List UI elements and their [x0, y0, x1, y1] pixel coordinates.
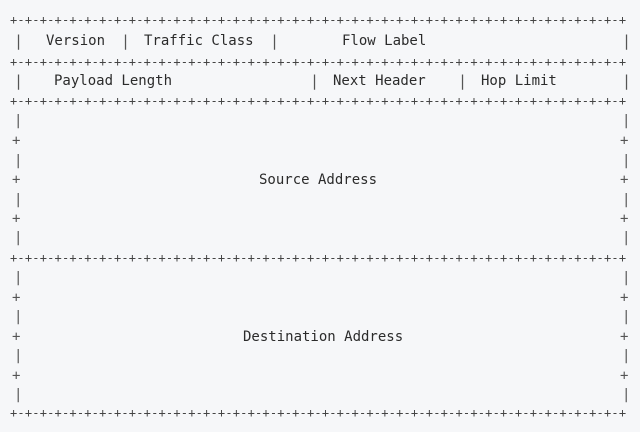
field-version: Version: [46, 33, 106, 49]
source-left-plus-1: +: [12, 133, 21, 149]
dest-left-plus-1: +: [12, 290, 21, 306]
row1-divider-version: |: [121, 32, 131, 50]
dest-right-plus-3: +: [620, 368, 629, 384]
row2-divider-next-header: |: [458, 72, 468, 90]
dest-right-bar-3: |: [622, 348, 631, 364]
field-flow-label: Flow Label: [342, 33, 427, 49]
dest-left-bar-2: |: [14, 309, 23, 325]
row2-divider-payload: |: [310, 72, 320, 90]
ipv6-header-diagram: +-+-+-+-+-+-+-+-+-+-+-+-+-+-+-+-+-+-+-+-…: [0, 0, 640, 432]
source-right-plus-2: +: [620, 172, 629, 188]
source-right-bar-2: |: [622, 153, 631, 169]
field-destination-address: Destination Address: [243, 329, 404, 345]
dest-left-bar-1: |: [14, 270, 23, 286]
source-left-bar-1: |: [14, 113, 23, 129]
dest-right-plus-2: +: [620, 329, 629, 345]
source-right-bar-4: |: [622, 230, 631, 246]
dest-left-plus-3: +: [12, 368, 21, 384]
dest-right-bar-1: |: [622, 270, 631, 286]
source-left-bar-4: |: [14, 230, 23, 246]
source-left-plus-3: +: [12, 211, 21, 227]
dest-right-plus-1: +: [620, 290, 629, 306]
source-left-plus-2: +: [12, 172, 21, 188]
dest-left-bar-3: |: [14, 348, 23, 364]
border-line-after-source: +-+-+-+-+-+-+-+-+-+-+-+-+-+-+-+-+-+-+-+-…: [10, 252, 628, 264]
field-payload-length: Payload Length: [54, 73, 173, 89]
field-hop-limit: Hop Limit: [481, 73, 557, 89]
source-right-plus-3: +: [620, 211, 629, 227]
field-traffic-class: Traffic Class: [144, 33, 254, 49]
row1-right-edge: |: [622, 32, 632, 50]
source-left-bar-2: |: [14, 153, 23, 169]
source-left-bar-3: |: [14, 192, 23, 208]
field-next-header: Next Header: [333, 73, 426, 89]
field-source-address: Source Address: [259, 172, 378, 188]
border-line-bottom: +-+-+-+-+-+-+-+-+-+-+-+-+-+-+-+-+-+-+-+-…: [10, 407, 628, 419]
dest-right-bar-2: |: [622, 309, 631, 325]
source-right-bar-1: |: [622, 113, 631, 129]
source-right-bar-3: |: [622, 192, 631, 208]
dest-left-plus-2: +: [12, 329, 21, 345]
row1-divider-traffic-class: |: [270, 32, 280, 50]
row2-left-edge: |: [14, 72, 24, 90]
dest-left-bar-4: |: [14, 387, 23, 403]
dest-right-bar-4: |: [622, 387, 631, 403]
border-line-after-row2: +-+-+-+-+-+-+-+-+-+-+-+-+-+-+-+-+-+-+-+-…: [10, 95, 628, 107]
border-line-after-row1: +-+-+-+-+-+-+-+-+-+-+-+-+-+-+-+-+-+-+-+-…: [10, 56, 628, 68]
row2-right-edge: |: [622, 72, 632, 90]
border-line-top: +-+-+-+-+-+-+-+-+-+-+-+-+-+-+-+-+-+-+-+-…: [10, 14, 628, 26]
source-right-plus-1: +: [620, 133, 629, 149]
row1-left-edge: |: [14, 32, 24, 50]
